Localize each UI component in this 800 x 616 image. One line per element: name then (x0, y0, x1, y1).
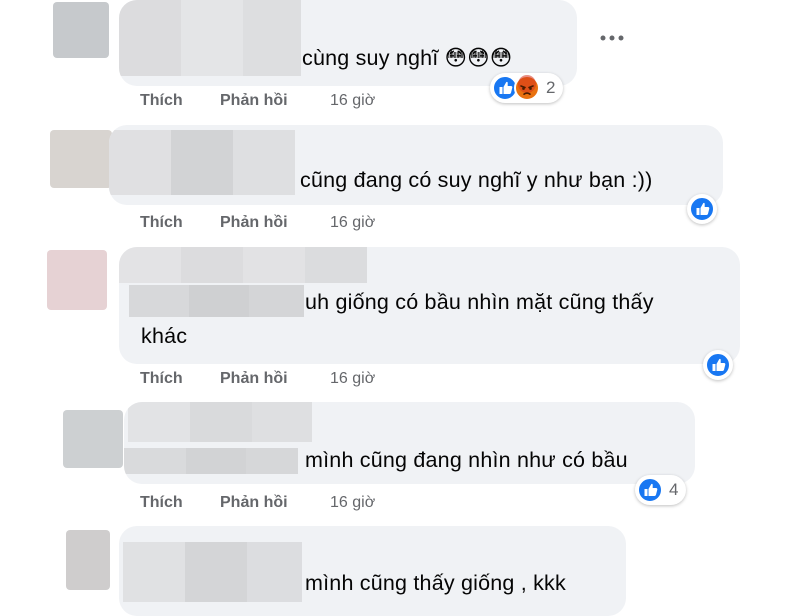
like-icon (689, 196, 715, 222)
blurred-text (246, 448, 298, 474)
comment-text: mình cũng thấy giống , kkk (305, 571, 566, 595)
blurred-name (305, 247, 367, 283)
like-link[interactable]: Thích (140, 494, 183, 512)
blurred-name (119, 247, 181, 283)
blurred-name (181, 0, 243, 76)
like-icon (705, 352, 731, 378)
reply-link[interactable]: Phản hồi (220, 92, 288, 110)
reply-link[interactable]: Phản hồi (220, 494, 288, 512)
reaction-count: 4 (669, 480, 679, 499)
blurred-text (186, 448, 246, 474)
commenter-avatar[interactable] (47, 250, 107, 310)
comment-text: mình cũng đang nhìn như có bầu (305, 448, 628, 472)
comment-bubble: mình cũng thấy giống , kkk (119, 526, 626, 616)
blurred-name (243, 247, 305, 283)
comment-bubble: mình cũng đang nhìn như có bầu (124, 402, 695, 484)
commenter-avatar[interactable] (63, 410, 123, 468)
blurred-name (181, 247, 243, 283)
blurred-name (109, 130, 171, 195)
reply-link[interactable]: Phản hồi (220, 370, 288, 388)
like-link[interactable]: Thích (140, 92, 183, 110)
comment-text: khác (141, 324, 188, 348)
like-icon (637, 477, 663, 503)
comment-text: cũng đang có suy nghĩ y như bạn :)) (300, 168, 653, 192)
comment-bubble: cũng đang có suy nghĩ y như bạn :)) (109, 125, 723, 205)
reaction-summary[interactable] (687, 194, 717, 224)
blurred-name (233, 130, 295, 195)
commenter-avatar[interactable] (66, 530, 110, 590)
comment-bubble: uh giống có bầu nhìn mặt cũng thấy khác (119, 247, 740, 364)
blurred-name (252, 402, 312, 442)
timestamp[interactable]: 16 giờ (330, 370, 375, 388)
blurred-name (190, 402, 252, 442)
more-options-icon[interactable] (598, 28, 626, 48)
blurred-name (123, 542, 185, 602)
reaction-summary[interactable]: 4 (635, 475, 687, 505)
commenter-avatar[interactable] (50, 130, 112, 188)
reaction-count: 2 (546, 78, 556, 97)
reaction-summary[interactable]: 2 (490, 73, 564, 103)
reply-link[interactable]: Phản hồi (220, 214, 288, 232)
timestamp[interactable]: 16 giờ (330, 214, 375, 232)
timestamp[interactable]: 16 giờ (330, 494, 375, 512)
like-link[interactable]: Thích (140, 214, 183, 232)
commenter-avatar[interactable] (53, 2, 109, 58)
blurred-text (129, 285, 189, 317)
blurred-name (247, 542, 302, 602)
blurred-name (243, 0, 301, 76)
blurred-name (171, 130, 233, 195)
blurred-text (189, 285, 249, 317)
blurred-text (249, 285, 304, 317)
blurred-name (185, 542, 247, 602)
blurred-name (128, 402, 190, 442)
timestamp[interactable]: 16 giờ (330, 92, 375, 110)
comment-text: cùng suy nghĩ 😳😳😳 (302, 46, 513, 70)
like-link[interactable]: Thích (140, 370, 183, 388)
reaction-summary[interactable] (703, 350, 733, 380)
blurred-text (124, 448, 186, 474)
angry-icon (514, 75, 540, 101)
comment-text: uh giống có bầu nhìn mặt cũng thấy (305, 290, 654, 314)
blurred-name (119, 0, 181, 76)
